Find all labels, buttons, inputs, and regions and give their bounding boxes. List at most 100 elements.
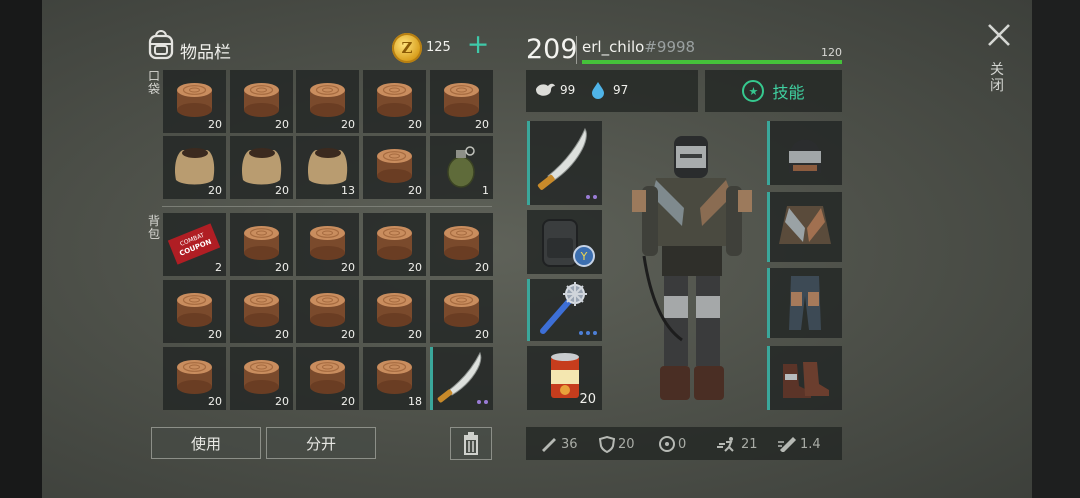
weapon-slot[interactable] bbox=[527, 121, 602, 205]
pocket-slot[interactable]: 1 bbox=[430, 136, 493, 199]
food-icon bbox=[536, 83, 555, 96]
backpack-slot[interactable]: 20 bbox=[230, 347, 293, 410]
player-name: erl_chilo#9998 bbox=[582, 38, 696, 56]
item-count: 20 bbox=[475, 261, 489, 274]
item-count: 20 bbox=[341, 395, 355, 408]
item-count: 20 bbox=[275, 395, 289, 408]
close-icon[interactable] bbox=[986, 22, 1012, 48]
selected-marker bbox=[430, 347, 433, 410]
item-count: 20 bbox=[408, 261, 422, 274]
item-count: 20 bbox=[275, 261, 289, 274]
backpack-slot[interactable]: 20 bbox=[363, 280, 426, 343]
body-armor-icon bbox=[779, 206, 831, 244]
water-value: 97 bbox=[613, 83, 629, 97]
fast-sword-icon bbox=[778, 436, 797, 452]
body-slot[interactable] bbox=[767, 192, 842, 262]
item-count: 20 bbox=[275, 328, 289, 341]
trash-icon bbox=[464, 432, 478, 455]
helmet-icon bbox=[789, 139, 821, 173]
name-divider bbox=[576, 36, 577, 64]
item-count: 20 bbox=[408, 328, 422, 341]
item-count: 20 bbox=[275, 184, 289, 197]
legs-slot[interactable] bbox=[767, 268, 842, 338]
backpack-slot[interactable]: COMBAT COUPON 2 bbox=[163, 213, 226, 276]
xp-max: 120 bbox=[821, 46, 842, 59]
item-count: 20 bbox=[408, 184, 422, 197]
item-count: 20 bbox=[475, 328, 489, 341]
backpack-slot[interactable]: 20 bbox=[430, 280, 493, 343]
backpack-label: 背包 bbox=[147, 214, 160, 241]
pocket-slot[interactable]: 20 bbox=[296, 70, 359, 133]
backpack-slot[interactable]: 20 bbox=[163, 347, 226, 410]
use-button[interactable]: 使用 bbox=[151, 427, 261, 459]
attack-stat: 36 bbox=[540, 436, 578, 452]
inventory-title: 物品栏 bbox=[180, 43, 231, 63]
pocket-slot[interactable]: 20 bbox=[430, 70, 493, 133]
attack-speed-stat: 1.4 bbox=[777, 436, 821, 452]
coin-count: 125 bbox=[426, 40, 451, 55]
item-count: 20 bbox=[275, 118, 289, 131]
shield-icon bbox=[599, 436, 615, 453]
item-count: 20 bbox=[208, 184, 222, 197]
svg-text:Y: Y bbox=[580, 250, 588, 263]
xp-bar-fill bbox=[582, 60, 842, 64]
item-count: 13 bbox=[341, 184, 355, 197]
radiation-stat: 0 bbox=[659, 436, 686, 452]
running-icon bbox=[717, 437, 734, 452]
feet-slot[interactable] bbox=[767, 346, 842, 410]
pants-icon bbox=[789, 276, 821, 330]
close-label[interactable]: 关闭 bbox=[990, 62, 1008, 94]
pocket-slot[interactable]: 20 bbox=[163, 136, 226, 199]
water-icon bbox=[592, 82, 604, 99]
backpack-slot[interactable]: 20 bbox=[296, 347, 359, 410]
backpack-slot[interactable]: 20 bbox=[296, 280, 359, 343]
food-slot-count: 20 bbox=[579, 392, 596, 407]
pocket-slot[interactable]: 20 bbox=[230, 136, 293, 199]
backpack-slot[interactable]: Y bbox=[527, 210, 602, 274]
machete-icon bbox=[537, 127, 587, 190]
backpack-slot[interactable]: 20 bbox=[163, 280, 226, 343]
item-count: 20 bbox=[208, 328, 222, 341]
skills-label: 技能 bbox=[772, 83, 805, 102]
sword-icon bbox=[542, 438, 556, 452]
coin-icon: Z bbox=[392, 33, 422, 63]
trash-button[interactable] bbox=[450, 427, 492, 460]
food-slot[interactable]: 20 bbox=[527, 346, 602, 410]
item-count: 20 bbox=[341, 261, 355, 274]
speed-stat: 21 bbox=[716, 436, 758, 452]
player-character bbox=[632, 136, 752, 400]
item-count: 20 bbox=[341, 328, 355, 341]
split-button[interactable]: 分开 bbox=[266, 427, 376, 459]
backpack-slot[interactable]: 20 bbox=[230, 213, 293, 276]
item-count: 1 bbox=[482, 184, 489, 197]
backpack-slot[interactable]: 20 bbox=[296, 213, 359, 276]
pocket-slot[interactable]: 20 bbox=[363, 136, 426, 199]
xp-bar bbox=[582, 60, 842, 64]
player-level: 209 bbox=[526, 34, 578, 65]
pocket-slot[interactable]: 20 bbox=[163, 70, 226, 133]
pocket-label: 口袋 bbox=[147, 69, 160, 96]
pocket-slot[interactable]: 20 bbox=[363, 70, 426, 133]
item-count: 20 bbox=[208, 395, 222, 408]
item-count: 20 bbox=[208, 118, 222, 131]
pocket-slot[interactable]: 20 bbox=[230, 70, 293, 133]
item-count: 20 bbox=[475, 118, 489, 131]
pocket-slot[interactable]: 13 bbox=[296, 136, 359, 199]
backpack-slot[interactable]: 20 bbox=[230, 280, 293, 343]
head-slot[interactable] bbox=[767, 121, 842, 185]
boots-icon bbox=[783, 362, 829, 398]
skills-button[interactable]: ★ 技能 bbox=[705, 70, 842, 112]
armor-stat: 20 bbox=[599, 436, 635, 453]
item-count: 2 bbox=[215, 261, 222, 274]
backpack-slot[interactable]: 18 bbox=[363, 347, 426, 410]
backpack-slot[interactable]: 20 bbox=[430, 213, 493, 276]
tool-slot[interactable] bbox=[527, 279, 602, 341]
radiation-icon bbox=[659, 436, 675, 452]
star-icon: ★ bbox=[742, 80, 765, 102]
add-coins-button[interactable]: + bbox=[466, 31, 490, 60]
backpack-slot[interactable] bbox=[430, 347, 493, 410]
food-value: 99 bbox=[560, 83, 576, 97]
item-count: 20 bbox=[408, 118, 422, 131]
section-divider bbox=[162, 206, 492, 207]
backpack-slot[interactable]: 20 bbox=[363, 213, 426, 276]
